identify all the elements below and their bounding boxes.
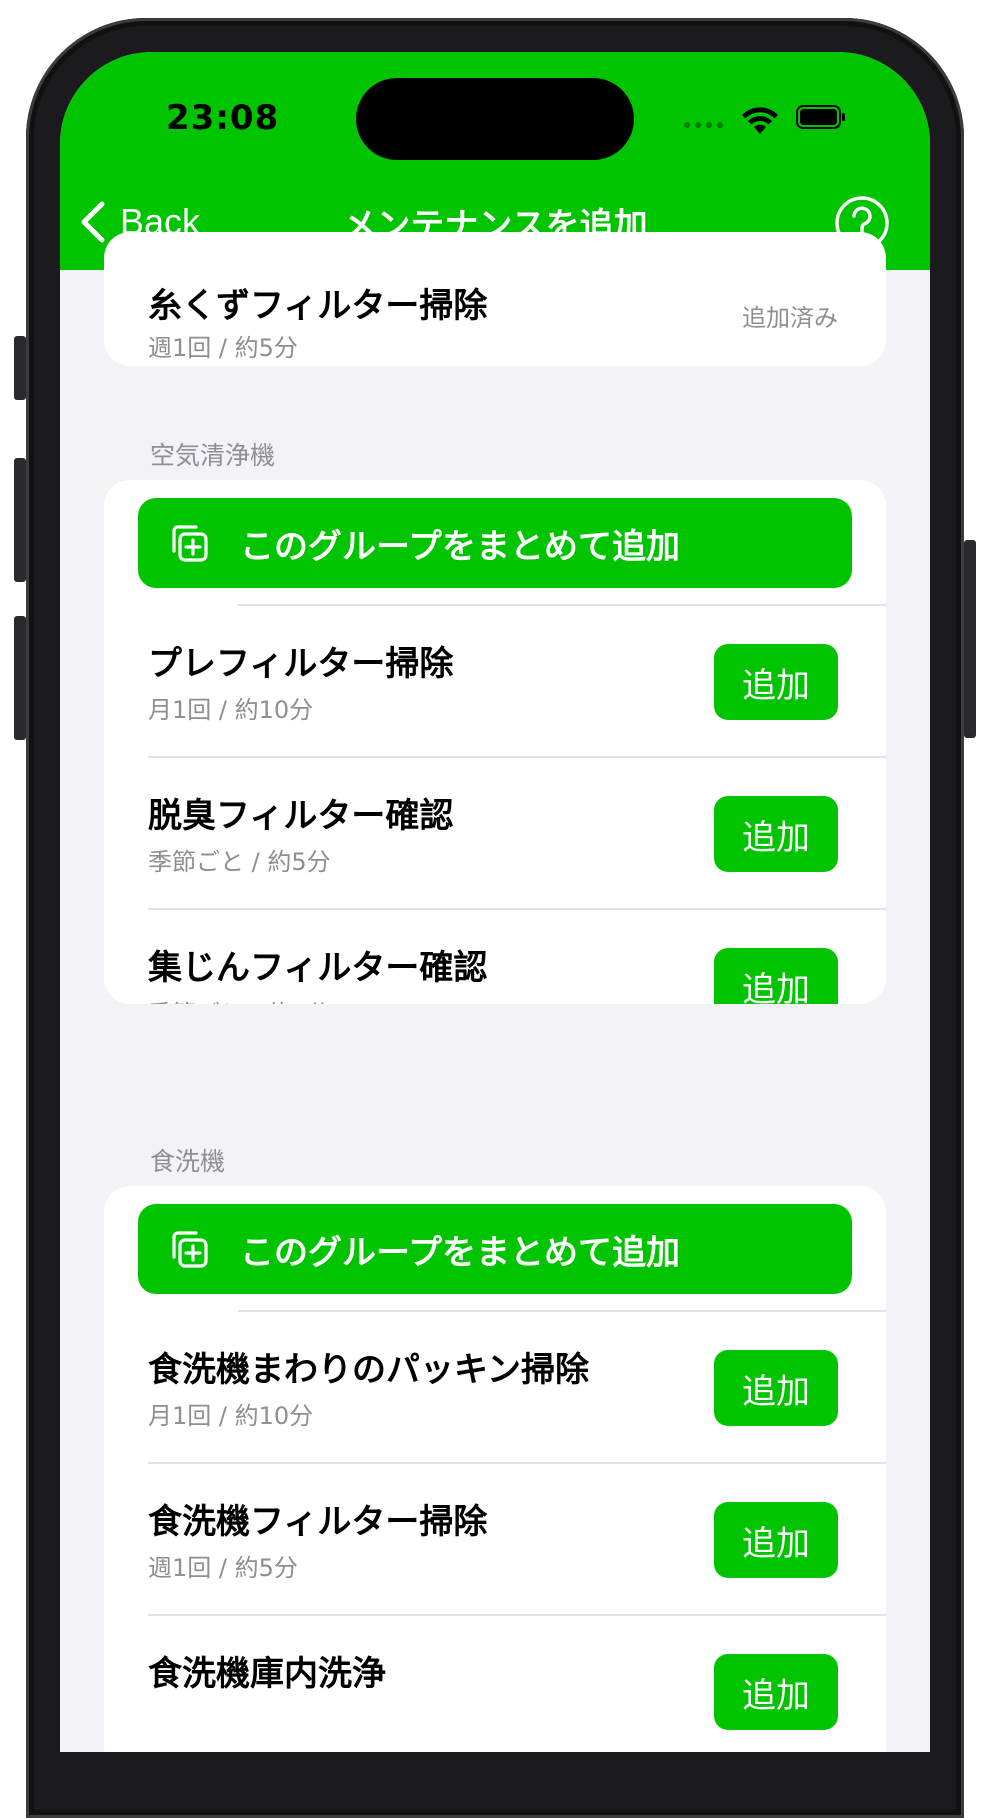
item-title: 食洗機庫内洗浄	[148, 1654, 386, 1694]
add-item-button[interactable]: 追加	[714, 1502, 838, 1578]
list-item: 食洗機フィルター掃除 週1回 / 約5分 追加	[104, 1464, 886, 1616]
add-group-label: このグループをまとめて追加	[240, 526, 680, 567]
add-group-icon	[172, 525, 208, 562]
add-item-button[interactable]: 追加	[714, 948, 838, 1004]
add-item-button[interactable]: 追加	[714, 1350, 838, 1426]
item-subtitle: 月1回 / 約10分	[148, 1402, 314, 1430]
list-item: 糸くずフィルター掃除 週1回 / 約5分 追加済み	[104, 232, 886, 366]
power-button	[964, 540, 976, 738]
item-title: 食洗機まわりのパッキン掃除	[148, 1350, 589, 1390]
section-header-dishwasher: 食洗機	[150, 1147, 226, 1176]
item-subtitle: 週1回 / 約5分	[148, 1554, 298, 1582]
add-item-button[interactable]: 追加	[714, 644, 838, 720]
lint-section-card: 糸くずフィルター掃除 週1回 / 約5分 追加済み	[104, 232, 886, 366]
item-title: 食洗機フィルター掃除	[148, 1502, 488, 1542]
item-title: プレフィルター掃除	[148, 644, 454, 684]
add-item-button[interactable]: 追加	[714, 1654, 838, 1730]
status-time: 23:08	[166, 98, 280, 138]
list-item: 集じんフィルター確認 季節ごと / 約5分 追加	[104, 910, 886, 1004]
list-item: プレフィルター掃除 月1回 / 約10分 追加	[104, 606, 886, 758]
item-subtitle: 季節ごと / 約5分	[148, 994, 331, 1004]
item-title: 脱臭フィルター確認	[148, 796, 454, 836]
item-subtitle: 季節ごと / 約5分	[148, 848, 331, 876]
add-group-icon	[172, 1231, 208, 1268]
add-group-button[interactable]: このグループをまとめて追加	[138, 1204, 852, 1294]
cellular-signal-icon	[684, 122, 723, 128]
item-subtitle: 月1回 / 約10分	[148, 696, 314, 724]
dishwasher-section-card: このグループをまとめて追加 食洗機まわりのパッキン掃除 月1回 / 約10分 追…	[104, 1186, 886, 1752]
dynamic-island	[356, 78, 634, 160]
battery-icon	[796, 105, 845, 129]
section-header-air-purifier: 空気清浄機	[150, 441, 276, 470]
item-title: 糸くずフィルター掃除	[148, 286, 488, 326]
add-item-button[interactable]: 追加	[714, 796, 838, 872]
list-item: 食洗機まわりのパッキン掃除 月1回 / 約10分 追加	[104, 1312, 886, 1464]
item-title: 集じんフィルター確認	[148, 948, 488, 988]
add-group-button[interactable]: このグループをまとめて追加	[138, 498, 852, 588]
list-item: 脱臭フィルター確認 季節ごと / 約5分 追加	[104, 758, 886, 910]
app-screen: 23:08 Back メンテナンスを追加 糸くずフィルター掃除 週1回 / 約5…	[60, 52, 930, 1752]
air-purifier-section-card: このグループをまとめて追加 プレフィルター掃除 月1回 / 約10分 追加 脱臭…	[104, 480, 886, 1004]
item-subtitle: 週1回 / 約5分	[148, 334, 298, 362]
add-group-label: このグループをまとめて追加	[240, 1232, 680, 1273]
list-item: 食洗機庫内洗浄 追加	[104, 1616, 886, 1752]
wifi-icon	[742, 107, 778, 134]
silent-switch	[14, 336, 26, 400]
volume-up-button	[14, 458, 26, 582]
added-status-label: 追加済み	[742, 304, 838, 332]
volume-down-button	[14, 616, 26, 740]
